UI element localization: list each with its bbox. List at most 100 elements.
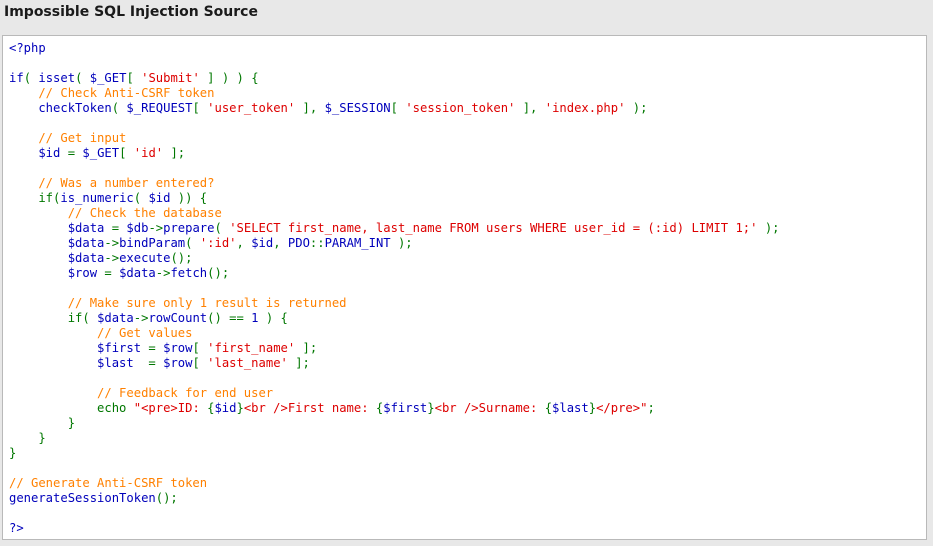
code-token: 'user_token': [207, 101, 296, 115]
code-token: // Generate Anti-CSRF token: [9, 476, 208, 490]
code-token: // Get values: [9, 326, 193, 340]
code-line: checkToken( $_REQUEST[ 'user_token' ], $…: [9, 101, 926, 116]
code-token: ();: [170, 251, 193, 265]
code-line: // Check Anti-CSRF token: [9, 86, 926, 101]
code-token: // Make sure only 1 result is returned: [9, 296, 347, 310]
code-line: $row = $data->fetch();: [9, 266, 926, 281]
code-token: echo: [9, 401, 134, 415]
code-token: [: [119, 146, 134, 160]
code-token: $last: [9, 356, 149, 370]
code-token: if(: [9, 311, 98, 325]
code-token: generateSessionToken: [9, 491, 156, 505]
code-line: if( isset( $_GET[ 'Submit' ] ) ) {: [9, 71, 926, 86]
code-token: }: [427, 401, 435, 415]
code-token: $id: [214, 401, 237, 415]
code-token: ;: [647, 401, 655, 415]
code-token: $data: [119, 266, 156, 280]
code-token: if(: [9, 191, 61, 205]
code-token: ];: [287, 356, 310, 370]
code-token: ?>: [9, 521, 24, 535]
code-token: =: [111, 221, 127, 235]
code-line: // Was a number entered?: [9, 176, 926, 191]
code-line: $data = $db->prepare( 'SELECT first_name…: [9, 221, 926, 236]
code-token: rowCount: [148, 311, 208, 325]
code-line: }: [9, 416, 926, 431]
code-token: // Check Anti-CSRF token: [9, 86, 215, 100]
code-line: // Get input: [9, 131, 926, 146]
code-token: [: [390, 101, 406, 115]
code-token: (: [75, 71, 90, 85]
code-line: }: [9, 446, 926, 461]
code-token: ,: [236, 236, 252, 250]
code-line: <?php: [9, 41, 926, 56]
code-token: (: [185, 236, 200, 250]
code-token: isset: [38, 71, 76, 85]
code-token: $_GET: [89, 71, 127, 85]
code-token: <?php: [9, 41, 46, 55]
code-token: // Check the database: [9, 206, 222, 220]
code-token: (: [133, 191, 149, 205]
code-token: is_numeric: [60, 191, 134, 205]
code-token: =: [148, 356, 164, 370]
code-token: 'first_name': [207, 341, 296, 355]
code-token: $id: [9, 146, 68, 160]
code-token: execute: [119, 251, 171, 265]
code-token: $id: [148, 191, 178, 205]
code-token: );: [397, 236, 413, 250]
code-token: <br />First name:: [243, 401, 376, 415]
code-token: );: [625, 101, 648, 115]
code-line: // Make sure only 1 result is returned: [9, 296, 926, 311]
code-token: $data: [9, 236, 105, 250]
code-line: ?>: [9, 521, 926, 536]
code-token: ) {: [265, 311, 288, 325]
code-token: ':id': [199, 236, 237, 250]
code-token: =: [148, 341, 164, 355]
code-token: $_GET: [82, 146, 120, 160]
code-token: $db: [126, 221, 149, 235]
code-token: }: [9, 416, 76, 430]
code-token: (: [214, 221, 230, 235]
code-line: $data->execute();: [9, 251, 926, 266]
code-token: ->: [104, 251, 120, 265]
code-token: =: [67, 146, 83, 160]
code-token: // Was a number entered?: [9, 176, 215, 190]
page-title: Impossible SQL Injection Source: [4, 4, 258, 20]
code-token: [: [192, 356, 208, 370]
code-line: if( $data->rowCount() == 1 ) {: [9, 311, 926, 326]
code-token: [: [192, 341, 208, 355]
code-token: ->: [104, 236, 120, 250]
code-token: prepare: [163, 221, 215, 235]
code-line: // Check the database: [9, 206, 926, 221]
code-line: if(is_numeric( $id )) {: [9, 191, 926, 206]
code-token: {: [544, 401, 553, 415]
code-token: }: [588, 401, 597, 415]
code-token: if: [9, 71, 24, 85]
code-token: ();: [207, 266, 230, 280]
code-token: );: [757, 221, 780, 235]
code-line: // Feedback for end user: [9, 386, 926, 401]
code-token: $row: [9, 266, 105, 280]
code-token: ],: [295, 101, 325, 115]
code-token: (: [23, 71, 39, 85]
code-token: // Feedback for end user: [9, 386, 274, 400]
code-token: PDO: [287, 236, 310, 250]
code-token: 'session_token': [405, 101, 516, 115]
code-token: )) {: [177, 191, 208, 205]
code-token: 'id': [133, 146, 164, 160]
code-token: $id: [251, 236, 274, 250]
code-line: $last = $row[ 'last_name' ];: [9, 356, 926, 371]
code-token: ::: [309, 236, 325, 250]
code-token: ];: [295, 341, 318, 355]
code-token: [: [192, 101, 208, 115]
code-token: $data: [9, 221, 112, 235]
code-token: 'index.php': [544, 101, 626, 115]
code-token: ];: [163, 146, 186, 160]
code-token: }: [236, 401, 244, 415]
